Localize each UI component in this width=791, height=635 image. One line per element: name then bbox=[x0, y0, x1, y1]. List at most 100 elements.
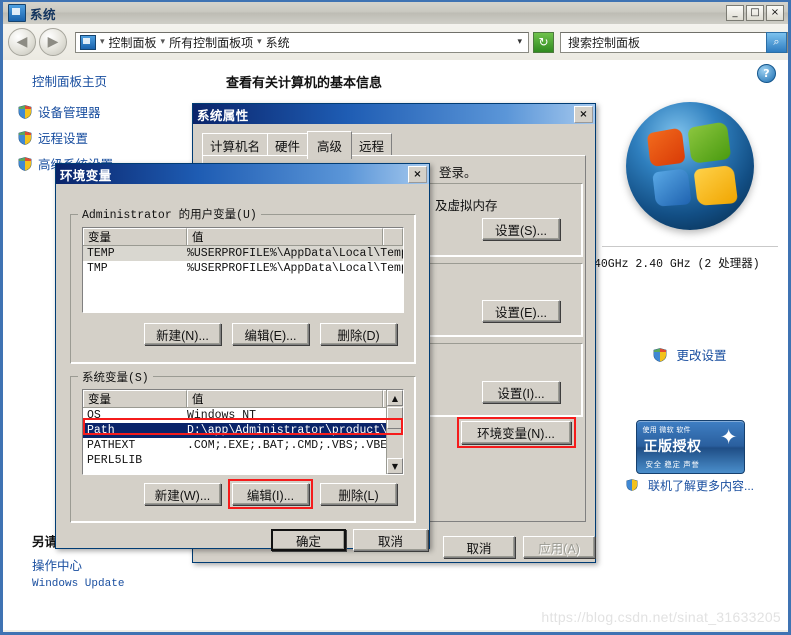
system-variables-list[interactable]: 变量 值 OS Windows_NT Path D:\app\Administr… bbox=[82, 389, 404, 475]
scroll-up-button[interactable]: ▲ bbox=[387, 390, 403, 406]
system-var-name: OS bbox=[87, 409, 187, 422]
breadcrumb-item-1[interactable]: 所有控制面板项 bbox=[167, 34, 255, 51]
genuine-more-link[interactable]: 联机了解更多内容... bbox=[600, 477, 780, 494]
system-new-button[interactable]: 新建(W)... bbox=[144, 483, 221, 505]
table-row[interactable]: PERL5LIB bbox=[83, 453, 403, 468]
shield-icon bbox=[626, 479, 640, 493]
user-var-name: TMP bbox=[87, 262, 187, 275]
table-row[interactable]: TMP %USERPROFILE%\AppData\Local\Temp bbox=[83, 261, 403, 276]
genuine-line3: 安全 稳定 声誉 bbox=[646, 459, 700, 470]
genuine-line1: 使用 微软 软件 bbox=[643, 425, 691, 435]
user-variables-group-label: Administrator 的用户变量(U) bbox=[78, 206, 261, 222]
column-header-value[interactable]: 值 bbox=[187, 228, 383, 245]
window-title: 系统 bbox=[30, 4, 56, 23]
screen-root: 系统 _ □ × ◀ ▶ ▾ 控制面板 ▾ 所有控制面板项 ▾ 系统 ▾ ↻ ⌕… bbox=[0, 0, 791, 635]
sysprop-titlebar: 系统属性 × bbox=[193, 104, 595, 124]
minimize-button[interactable]: _ bbox=[726, 5, 744, 21]
system-variables-scrollbar[interactable]: ▲ ▼ bbox=[386, 390, 403, 474]
shield-icon bbox=[18, 131, 32, 145]
sysprop-intro-text: 登录。 bbox=[439, 162, 477, 181]
user-var-value: %USERPROFILE%\AppData\Local\Temp bbox=[187, 247, 403, 260]
column-header-variable[interactable]: 变量 bbox=[83, 228, 187, 245]
sysprop-tabs: 计算机名 硬件 高级 远程 bbox=[202, 131, 391, 158]
page-title: 查看有关计算机的基本信息 bbox=[226, 72, 788, 91]
sysprop-cancel-button[interactable]: 取消 bbox=[443, 536, 515, 558]
change-settings-label: 更改设置 bbox=[676, 345, 726, 364]
forward-button[interactable]: ▶ bbox=[39, 28, 67, 56]
user-variables-header: 变量 值 bbox=[83, 228, 403, 246]
column-header-value[interactable]: 值 bbox=[187, 390, 383, 407]
windows-logo-icon bbox=[626, 102, 754, 230]
scrollbar-thumb[interactable] bbox=[387, 407, 403, 429]
genuine-more-label: 联机了解更多内容... bbox=[648, 477, 754, 494]
search-input[interactable] bbox=[566, 34, 760, 50]
shield-icon bbox=[18, 105, 32, 119]
column-header-variable[interactable]: 变量 bbox=[83, 390, 187, 407]
sidebar-item-control-panel-home[interactable]: 控制面板主页 bbox=[32, 71, 201, 90]
system-var-value: Windows_NT bbox=[187, 409, 403, 422]
startup-recovery-settings-button[interactable]: 设置(I)... bbox=[482, 381, 560, 403]
performance-settings-button[interactable]: 设置(S)... bbox=[482, 218, 560, 240]
close-button[interactable]: × bbox=[766, 5, 784, 21]
user-edit-button[interactable]: 编辑(E)... bbox=[232, 323, 309, 345]
sidebar-item-label: 设备管理器 bbox=[38, 102, 101, 121]
tab-advanced[interactable]: 高级 bbox=[307, 131, 352, 159]
maximize-button[interactable]: □ bbox=[746, 5, 764, 21]
refresh-button[interactable]: ↻ bbox=[533, 32, 554, 53]
user-var-value: %USERPROFILE%\AppData\Local\Temp bbox=[187, 262, 403, 275]
see-also-link-action-center[interactable]: 操作中心 bbox=[32, 555, 202, 574]
system-variables-group-label: 系统变量(S) bbox=[78, 369, 153, 385]
envdlg-body: Administrator 的用户变量(U) 变量 值 TEMP %USERPR… bbox=[56, 184, 429, 548]
sysprop-apply-button[interactable]: 应用(A) bbox=[523, 536, 595, 558]
envdlg-titlebar: 环境变量 × bbox=[56, 164, 429, 184]
system-var-name: Path bbox=[87, 424, 187, 437]
breadcrumb-sep-0: ▾ bbox=[98, 37, 107, 47]
system-edit-button[interactable]: 编辑(I)... bbox=[232, 483, 309, 505]
genuine-badge: 使用 微软 软件 正版授权 安全 稳定 声誉 ✦ bbox=[636, 420, 745, 474]
navigation-bar: ◀ ▶ ▾ 控制面板 ▾ 所有控制面板项 ▾ 系统 ▾ ↻ ⌕ bbox=[3, 24, 788, 61]
breadcrumb-item-0[interactable]: 控制面板 bbox=[107, 34, 159, 51]
address-dropdown-icon[interactable]: ▾ bbox=[517, 37, 526, 47]
system-variables-header: 变量 值 bbox=[83, 390, 403, 408]
scroll-down-button[interactable]: ▼ bbox=[387, 458, 403, 474]
change-settings-link[interactable]: 更改设置 bbox=[600, 345, 780, 364]
genuine-line2: 正版授权 bbox=[644, 436, 702, 456]
breadcrumb-item-2[interactable]: 系统 bbox=[264, 34, 292, 51]
address-computer-icon bbox=[80, 35, 96, 50]
system-delete-button[interactable]: 删除(L) bbox=[320, 483, 397, 505]
divider bbox=[602, 246, 778, 247]
sysprop-close-button[interactable]: × bbox=[574, 106, 593, 123]
sidebar-item-remote-settings[interactable]: 远程设置 bbox=[18, 128, 201, 147]
sysprop-title: 系统属性 bbox=[197, 105, 249, 124]
shield-icon bbox=[18, 157, 32, 171]
see-also-link-windows-update[interactable]: Windows Update bbox=[32, 578, 202, 590]
window-controls: _ □ × bbox=[726, 5, 784, 21]
environment-variables-button[interactable]: 环境变量(N)... bbox=[461, 421, 571, 444]
watermark: https://blog.csdn.net/sinat_31633205 bbox=[541, 609, 781, 625]
table-row[interactable]: Path D:\app\Administrator\product\11... bbox=[83, 423, 403, 438]
system-icon bbox=[8, 4, 26, 22]
user-var-name: TEMP bbox=[87, 247, 187, 260]
back-button[interactable]: ◀ bbox=[8, 28, 36, 56]
environment-variables-dialog: 环境变量 × Administrator 的用户变量(U) 变量 值 TEMP … bbox=[55, 163, 430, 549]
table-row[interactable]: PATHEXT .COM;.EXE;.BAT;.CMD;.VBS;.VBE;..… bbox=[83, 438, 403, 453]
search-box[interactable]: ⌕ bbox=[560, 32, 788, 53]
search-icon[interactable]: ⌕ bbox=[766, 32, 787, 53]
user-delete-button[interactable]: 删除(D) bbox=[320, 323, 397, 345]
user-new-button[interactable]: 新建(N)... bbox=[144, 323, 221, 345]
system-var-name: PATHEXT bbox=[87, 439, 187, 452]
envdlg-close-button[interactable]: × bbox=[408, 166, 427, 183]
user-variables-list[interactable]: 变量 值 TEMP %USERPROFILE%\AppData\Local\Te… bbox=[82, 227, 404, 313]
system-info-column: 40GHz 2.40 GHz (2 处理器) 更改设置 使用 微软 软件 正版授… bbox=[600, 90, 780, 494]
address-bar[interactable]: ▾ 控制面板 ▾ 所有控制面板项 ▾ 系统 ▾ bbox=[75, 32, 529, 53]
performance-desc: 及虚拟内存 bbox=[435, 195, 498, 214]
envdlg-ok-button[interactable]: 确定 bbox=[271, 529, 346, 551]
user-profiles-settings-button[interactable]: 设置(E)... bbox=[482, 300, 560, 322]
sidebar-item-device-manager[interactable]: 设备管理器 bbox=[18, 102, 201, 121]
table-row[interactable]: TEMP %USERPROFILE%\AppData\Local\Temp bbox=[83, 246, 403, 261]
breadcrumb-sep-1: ▾ bbox=[159, 37, 168, 47]
table-row[interactable]: OS Windows_NT bbox=[83, 408, 403, 423]
sidebar-item-label: 远程设置 bbox=[38, 128, 88, 147]
help-icon[interactable]: ? bbox=[757, 64, 776, 83]
envdlg-cancel-button[interactable]: 取消 bbox=[353, 529, 428, 551]
